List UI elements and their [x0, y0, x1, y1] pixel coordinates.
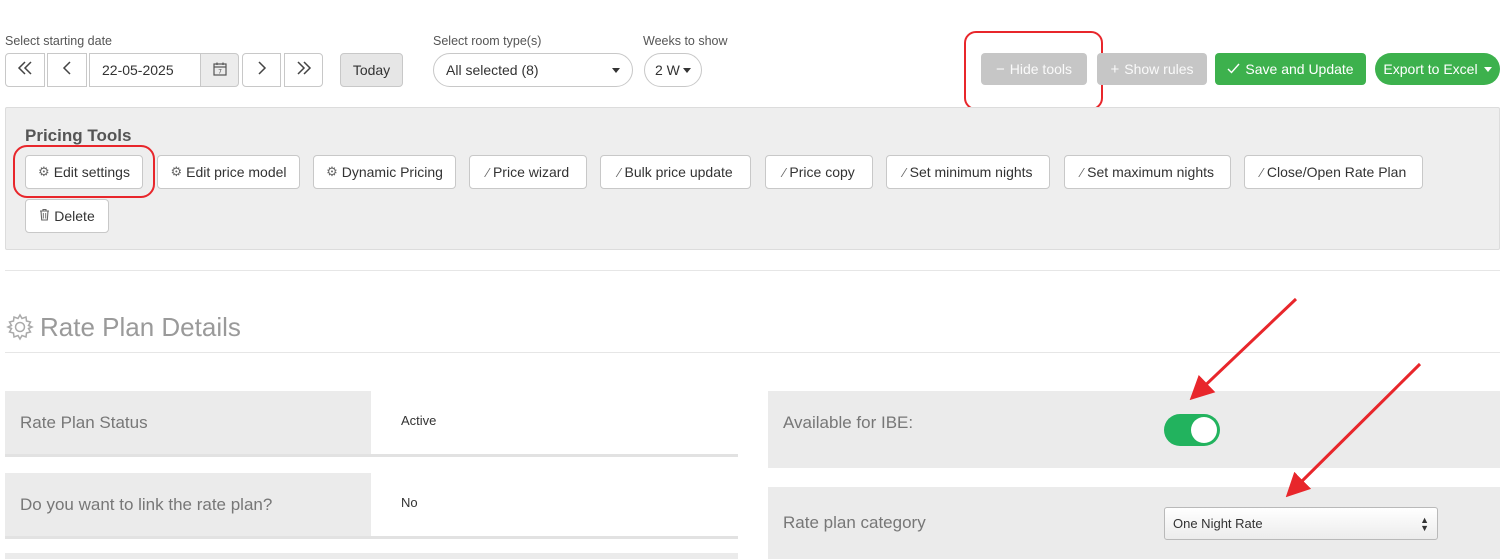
arrow-to-toggle — [1189, 297, 1298, 401]
annotation-arrows — [1189, 297, 1422, 498]
arrow-to-category — [1285, 362, 1422, 498]
